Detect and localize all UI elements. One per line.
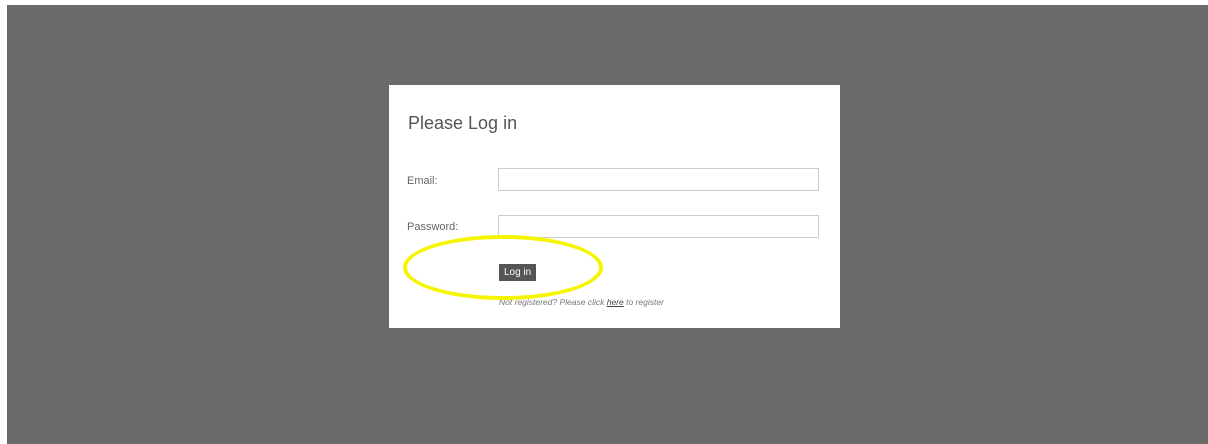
email-label: Email:	[407, 175, 438, 187]
register-prompt: Not registered? Please click here to reg…	[499, 297, 664, 307]
page-title: Please Log in	[408, 113, 518, 133]
login-button[interactable]: Log in	[499, 264, 537, 281]
login-panel: Please Log in Email: Password: Log in No…	[389, 85, 840, 328]
password-label: Password:	[407, 221, 459, 233]
password-field[interactable]	[498, 215, 819, 238]
page-background: Please Log in Email: Password: Log in No…	[7, 5, 1208, 444]
register-suffix: to register	[623, 297, 664, 307]
register-prefix: Not registered? Please click	[499, 297, 607, 307]
email-field[interactable]	[498, 168, 819, 191]
register-link[interactable]: here	[607, 297, 624, 307]
